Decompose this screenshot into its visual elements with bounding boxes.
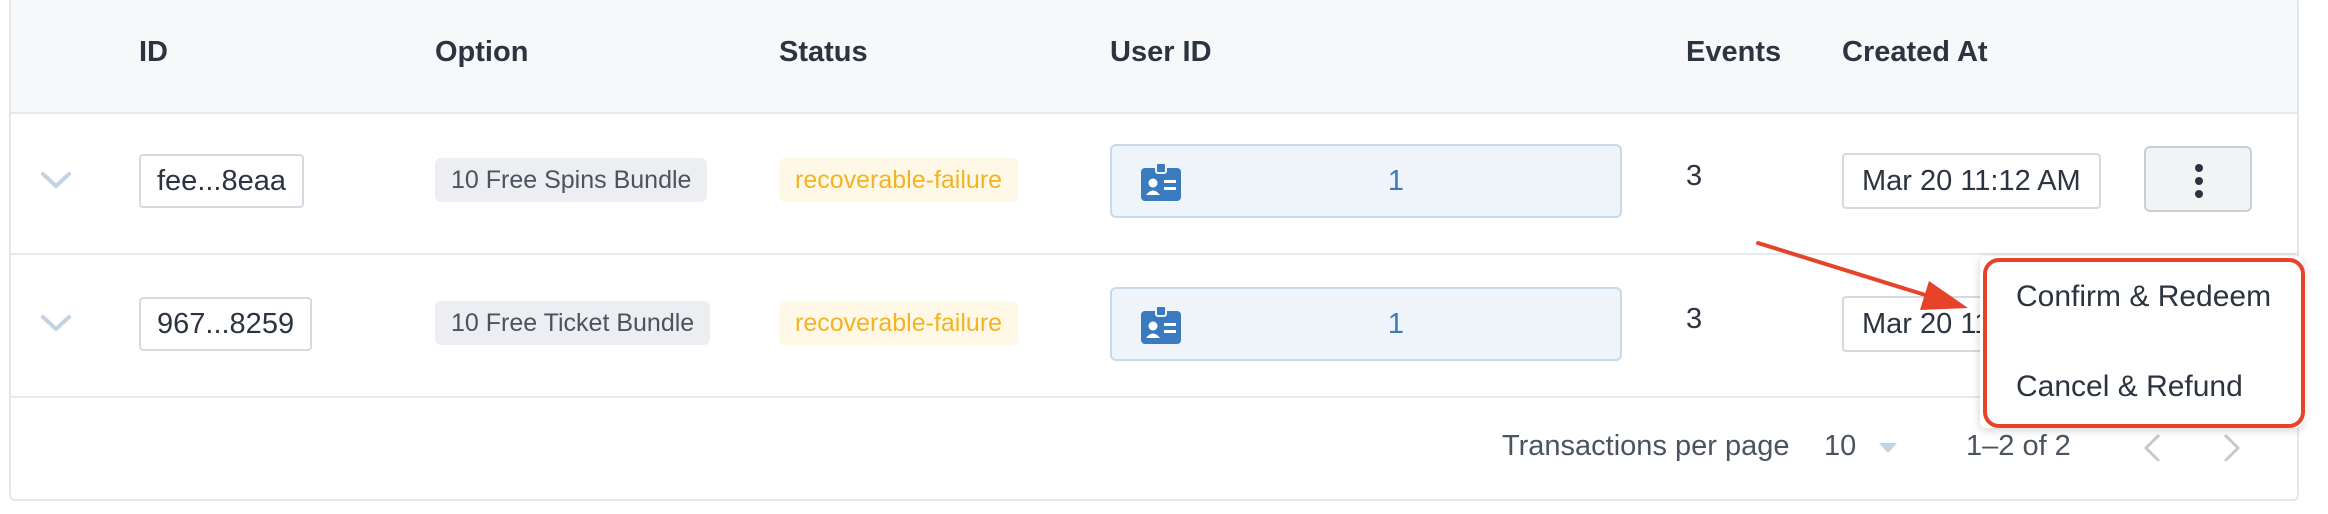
header-events[interactable]: Events [1686, 36, 1781, 69]
header-user-id[interactable]: User ID [1110, 36, 1212, 69]
chevron-down-icon[interactable] [39, 311, 73, 335]
rows-per-page-select[interactable]: 10 [1824, 430, 1856, 463]
more-vertical-icon [2195, 164, 2203, 172]
transactions-table: ID Option Status User ID Events Created … [9, 0, 2299, 501]
chevron-right-icon[interactable] [2221, 432, 2243, 464]
more-vertical-icon-dot [2195, 177, 2203, 185]
row-actions-menu: Confirm & Redeem Cancel & Refund [1980, 256, 2302, 428]
events-count: 3 [1686, 303, 1703, 335]
pagination: Transactions per page 10 1–2 of 2 [11, 396, 2297, 499]
header-created-at[interactable]: Created At [1842, 36, 1988, 69]
status-badge: recoverable-failure [779, 301, 1019, 345]
id-chip[interactable]: fee...8eaa [139, 154, 304, 208]
header-id[interactable]: ID [139, 36, 168, 69]
header-option[interactable]: Option [435, 36, 528, 69]
table-row[interactable]: 967...8259 10 Free Ticket Bundle recover… [11, 255, 2297, 398]
rows-per-page-label: Transactions per page [1502, 430, 1790, 462]
created-at-chip[interactable]: Mar 20 11:12 AM [1842, 296, 2002, 352]
caret-down-icon[interactable] [1879, 443, 1897, 453]
user-id-value[interactable]: 1 [1112, 146, 1620, 216]
option-chip: 10 Free Ticket Bundle [435, 301, 711, 345]
pagination-range: 1–2 of 2 [1966, 430, 2071, 462]
menu-item-cancel-refund[interactable]: Cancel & Refund [2016, 370, 2243, 404]
more-actions-button[interactable] [2144, 146, 2252, 212]
user-id-chip[interactable]: 1 [1110, 287, 1622, 361]
table-row[interactable]: fee...8eaa 10 Free Spins Bundle recovera… [11, 112, 2297, 255]
created-at-chip[interactable]: Mar 20 11:12 AM [1842, 153, 2101, 209]
more-vertical-icon-dot [2195, 190, 2203, 198]
chevron-down-icon[interactable] [39, 168, 73, 192]
header-status[interactable]: Status [779, 36, 868, 69]
chevron-left-icon[interactable] [2141, 432, 2163, 464]
user-id-chip[interactable]: 1 [1110, 144, 1622, 218]
user-id-value[interactable]: 1 [1112, 289, 1620, 359]
id-chip[interactable]: 967...8259 [139, 297, 313, 351]
events-count: 3 [1686, 160, 1703, 192]
option-chip: 10 Free Spins Bundle [435, 158, 708, 202]
menu-item-confirm-redeem[interactable]: Confirm & Redeem [2016, 280, 2271, 314]
table-header: ID Option Status User ID Events Created … [11, 0, 2297, 114]
status-badge: recoverable-failure [779, 158, 1019, 202]
